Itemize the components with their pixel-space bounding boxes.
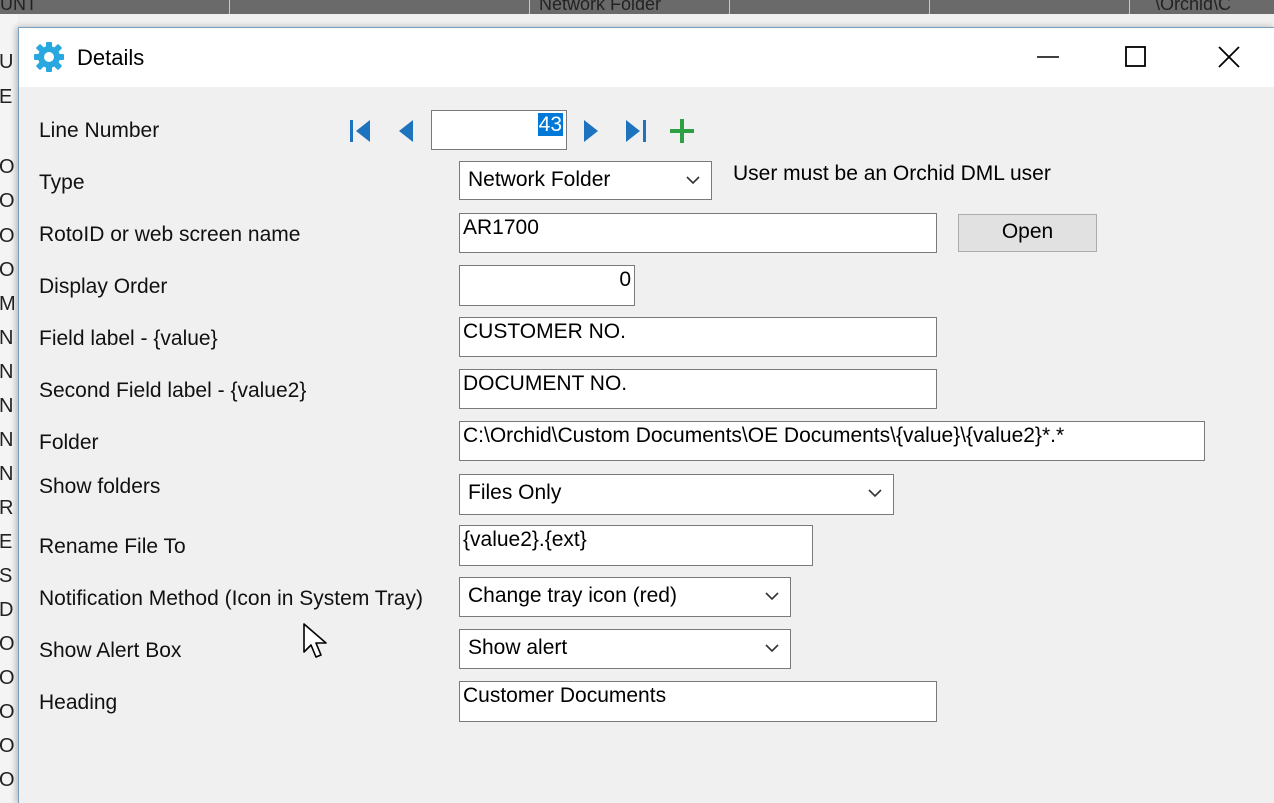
header-fragment: Network Folder	[539, 0, 662, 14]
chevron-down-icon	[686, 176, 700, 185]
rotoid-input[interactable]: AR1700	[459, 213, 937, 253]
gear-icon	[34, 42, 64, 72]
notification-method-label: Notification Method (Icon in System Tray…	[39, 587, 423, 610]
first-record-icon[interactable]	[348, 118, 372, 144]
open-button[interactable]: Open	[958, 214, 1097, 252]
show-folders-label: Show folders	[39, 475, 161, 498]
line-number-value: 43	[537, 113, 563, 136]
minimize-icon	[1037, 56, 1059, 58]
field-label-label: Field label - {value}	[39, 327, 218, 350]
rename-file-label: Rename File To	[39, 535, 186, 558]
chevron-down-icon	[765, 644, 779, 653]
field-label-value: CUSTOMER NO.	[463, 320, 626, 343]
rotoid-label: RotoID or web screen name	[39, 223, 301, 246]
notification-method-select-value: Change tray icon (red)	[468, 584, 677, 607]
type-select[interactable]: Network Folder	[459, 161, 712, 200]
heading-input[interactable]: Customer Documents	[459, 681, 937, 722]
type-note: User must be an Orchid DML user	[733, 162, 1051, 185]
row-fragment: S	[0, 565, 13, 587]
row-fragment: O	[0, 735, 15, 757]
close-icon	[1218, 46, 1240, 68]
row-fragment: U	[0, 51, 14, 73]
notification-method-select[interactable]: Change tray icon (red)	[459, 577, 791, 617]
show-alert-box-select[interactable]: Show alert	[459, 629, 791, 669]
row-fragment: O	[0, 156, 15, 178]
row-fragment: E	[0, 531, 13, 553]
mouse-cursor-icon	[303, 623, 327, 658]
row-fragment: O	[0, 190, 15, 212]
maximize-button[interactable]	[1090, 28, 1182, 87]
row-fragment: R	[0, 497, 14, 519]
display-order-label: Display Order	[39, 275, 168, 298]
show-folders-select[interactable]: Files Only	[459, 474, 894, 515]
header-cell	[929, 0, 1130, 14]
folder-label: Folder	[39, 431, 99, 454]
folder-value: C:\Orchid\Custom Documents\OE Documents\…	[463, 424, 1065, 447]
show-alert-box-label: Show Alert Box	[39, 639, 182, 662]
rename-file-input[interactable]: {value2}.{ext}	[459, 525, 813, 566]
folder-input[interactable]: C:\Orchid\Custom Documents\OE Documents\…	[459, 421, 1205, 461]
chevron-down-icon	[868, 489, 882, 498]
row-fragment: O	[0, 259, 15, 281]
row-fragment: O	[0, 633, 15, 655]
header-fragment: \Orchid\C	[1155, 0, 1232, 14]
second-field-label-label: Second Field label - {value2}	[39, 379, 307, 402]
row-fragment: N	[0, 395, 14, 417]
line-number-label: Line Number	[39, 119, 160, 142]
type-label: Type	[39, 171, 85, 194]
title-bar[interactable]: Details	[19, 28, 1274, 87]
heading-label: Heading	[39, 691, 118, 714]
header-cell: \Orchid\C	[1129, 0, 1274, 14]
background-grid-rows: U E O O O O M N N N N N R E S D O O O O …	[0, 14, 18, 802]
previous-record-icon[interactable]	[396, 118, 416, 144]
minimize-button[interactable]	[1002, 28, 1094, 87]
row-fragment: O	[0, 701, 15, 723]
header-cell	[229, 0, 530, 14]
second-field-label-value: DOCUMENT NO.	[463, 372, 628, 395]
row-fragment: E	[0, 86, 13, 108]
display-order-input[interactable]: 0	[459, 265, 635, 306]
header-cell: UNT	[0, 0, 230, 14]
row-fragment: N	[0, 429, 14, 451]
row-fragment: D	[0, 599, 14, 621]
maximize-icon	[1125, 46, 1146, 67]
row-fragment: O	[0, 769, 15, 791]
type-select-value: Network Folder	[468, 168, 611, 191]
rename-file-value: {value2}.{ext}	[463, 528, 587, 551]
row-fragment: M	[0, 293, 16, 315]
last-record-icon[interactable]	[624, 118, 648, 144]
row-fragment: O	[0, 667, 15, 689]
add-record-icon[interactable]	[669, 118, 695, 144]
header-cell	[729, 0, 930, 14]
heading-value: Customer Documents	[463, 684, 667, 707]
rotoid-value: AR1700	[463, 216, 539, 239]
next-record-icon[interactable]	[581, 118, 601, 144]
details-dialog: Details Line Number 43 Type Network Fold…	[18, 27, 1274, 803]
field-label-input[interactable]: CUSTOMER NO.	[459, 317, 937, 357]
chevron-down-icon	[765, 592, 779, 601]
show-alert-box-select-value: Show alert	[468, 636, 568, 659]
header-cell: Network Folder	[529, 0, 730, 14]
second-field-label-input[interactable]: DOCUMENT NO.	[459, 369, 937, 409]
row-fragment: O	[0, 225, 15, 247]
background-grid-header: UNT Network Folder \Orchid\C	[0, 0, 1274, 14]
close-button[interactable]	[1183, 28, 1274, 87]
row-fragment: N	[0, 361, 14, 383]
show-folders-select-value: Files Only	[468, 481, 562, 504]
row-fragment: N	[0, 463, 14, 485]
display-order-value: 0	[619, 268, 631, 291]
line-number-input[interactable]: 43	[431, 110, 567, 150]
header-fragment: UNT	[0, 0, 37, 14]
window-title: Details	[77, 45, 145, 70]
row-fragment: N	[0, 327, 14, 349]
